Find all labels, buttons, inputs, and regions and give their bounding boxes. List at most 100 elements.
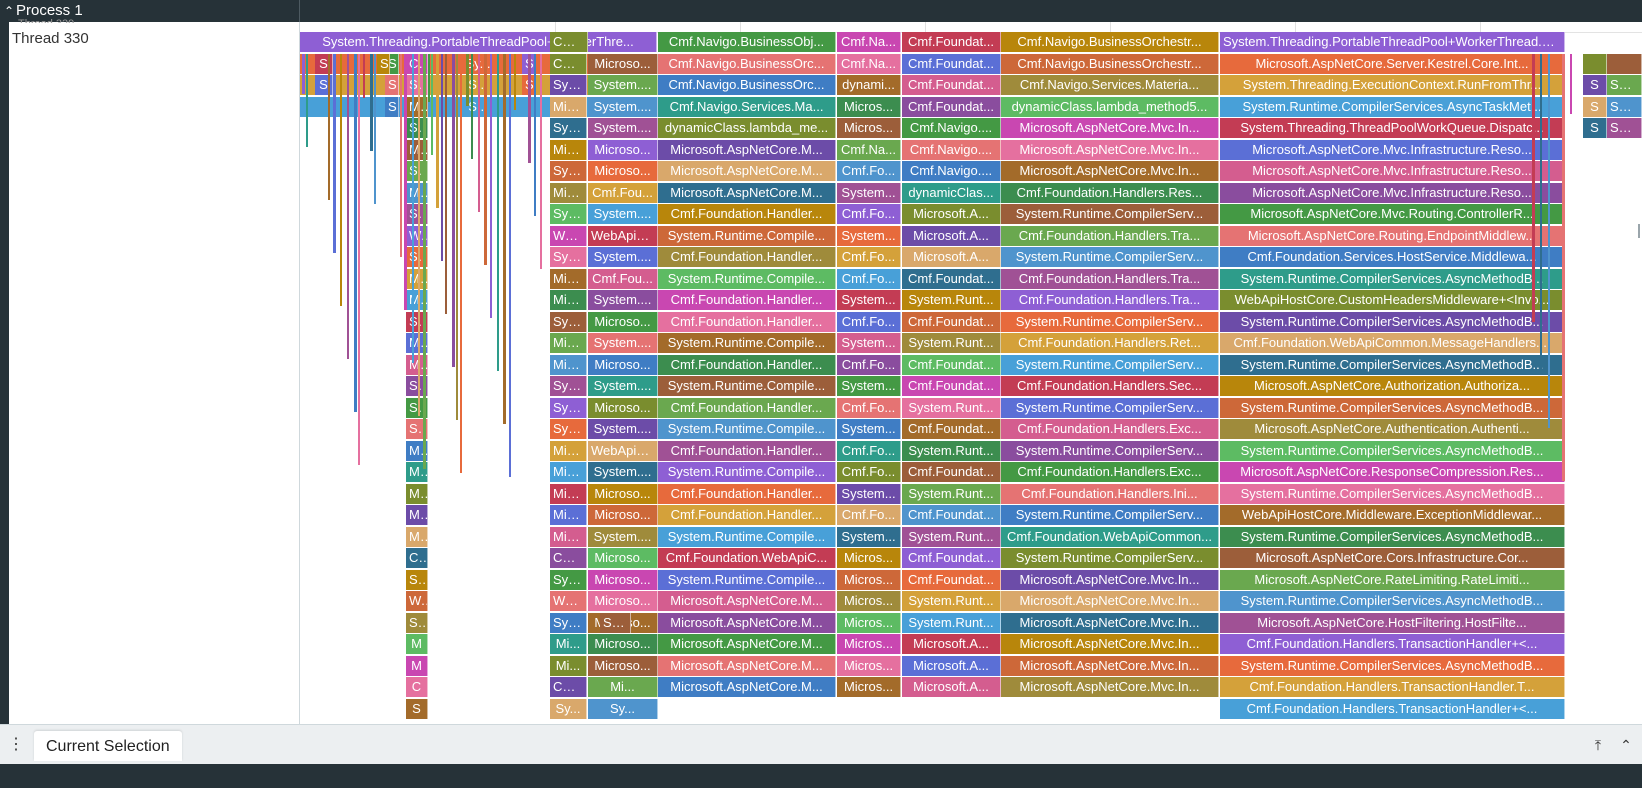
flame-slice[interactable]: System.Runt... (902, 290, 1001, 310)
flame-sliver[interactable] (1540, 53, 1542, 375)
flame-slice[interactable]: System.Runt... (902, 591, 1001, 611)
flame-sliver[interactable] (412, 53, 414, 363)
flame-slice[interactable]: Cmf.Foundation.Handler... (658, 311, 836, 332)
flame-slice[interactable]: Microsoft.AspNetCore.Mvc.In... (1001, 634, 1219, 654)
flame-slice[interactable]: Cmf.Foundat... (902, 75, 1001, 95)
flame-sliver[interactable] (428, 53, 430, 102)
flame-sliver[interactable] (509, 53, 511, 477)
more-vert-icon[interactable]: ⋮ (8, 733, 24, 757)
flame-sliver[interactable] (1562, 53, 1565, 481)
flame-slice[interactable]: Microsoft.AspNetCore.Server.Kestrel.Core… (1220, 53, 1565, 74)
flame-slice[interactable]: System.Threading.ThreadPoolWorkQueue.Dis… (1220, 118, 1565, 138)
flame-slice[interactable]: Mic... (550, 182, 587, 203)
flame-slice[interactable]: Mi... (588, 677, 658, 697)
flame-slice[interactable]: System.Runtime.CompilerServices.AsyncMet… (1220, 591, 1565, 611)
flame-slice[interactable]: Sys... (550, 419, 587, 439)
flame-slice[interactable]: System.Runtime.Compile... (658, 526, 836, 547)
flame-slice[interactable]: System.... (588, 204, 658, 224)
flame-slice[interactable]: Cmf.Foundation.Handlers.Tra... (1001, 225, 1219, 246)
flame-slice[interactable]: Cmf.Navigo.BusinessObj... (658, 32, 836, 52)
flame-slice[interactable]: Cmf.Foundat... (902, 505, 1001, 525)
flame-slice[interactable]: Cmf.Foundation.Services.HostService.Midd… (1220, 247, 1565, 267)
flame-slice[interactable]: Cmf... (550, 548, 587, 568)
flame-slice[interactable]: Microsoft.AspNetCore.Cors.Infrastructure… (1220, 548, 1565, 568)
flame-slice[interactable]: Cm... (550, 677, 587, 697)
flame-slice[interactable]: Micros... (837, 548, 901, 568)
flame-slice[interactable]: Microsoft.AspNetCore.Mvc.Routing.Control… (1220, 204, 1565, 224)
flame-slice[interactable]: Sys... (1607, 118, 1642, 138)
flame-slice[interactable]: Microso... (588, 483, 658, 504)
flame-slice[interactable]: System.Runtime.CompilerServices.AsyncMet… (1220, 483, 1565, 504)
flame-slice[interactable]: Microsoft.AspNetCore.Mvc.In... (1001, 161, 1219, 181)
flame-slice[interactable]: dynamicClass.lambda_method5... (1001, 96, 1219, 117)
flame-slice[interactable]: Mic... (550, 290, 587, 310)
flame-slice[interactable]: Sys... (550, 75, 587, 95)
flame-slice[interactable]: Sys... (1607, 96, 1642, 117)
flame-sliver[interactable] (503, 53, 506, 424)
flame-slice[interactable]: Sys... (550, 376, 587, 396)
flame-slice[interactable]: Cmf.Foundat... (902, 311, 1001, 332)
flame-slice[interactable]: Cmf.Foundation.WebApiC... (658, 548, 836, 568)
flame-slice[interactable]: Micros... (837, 118, 901, 138)
flame-sliver[interactable] (490, 53, 492, 318)
flame-slice[interactable]: S (315, 53, 333, 74)
flame-slice[interactable]: Microsoft.AspNetCore.Mvc.In... (1001, 612, 1219, 633)
flame-slice[interactable]: Sys... (550, 397, 587, 418)
flame-slice[interactable]: System.Runtime.Compile... (658, 268, 836, 289)
flame-slice[interactable]: Microsoft.AspNetCore.Authorization.Autho… (1220, 376, 1565, 396)
flame-slice[interactable]: Microsoft.AspNetCore.Mvc.In... (1001, 139, 1219, 160)
flame-slice[interactable]: System.Runt... (902, 483, 1001, 504)
flame-slice[interactable]: S (385, 75, 399, 95)
flame-slice[interactable]: Cmf.Foundation.Handlers.TransactionHandl… (1220, 634, 1565, 654)
flame-sliver[interactable] (423, 53, 426, 469)
flame-slice[interactable]: System.Runtime.CompilerServ... (1001, 204, 1219, 224)
flame-slice[interactable]: System.Runtime.Compile... (658, 462, 836, 482)
flame-slice[interactable]: System.... (588, 247, 658, 267)
flame-slice[interactable]: Microsoft.AspNetCore.M... (658, 612, 836, 633)
flame-slice[interactable]: System.Runtime.Compile... (658, 225, 836, 246)
flame-slice[interactable]: System.Runt... (902, 333, 1001, 353)
flame-slice[interactable]: Microsoft.A... (902, 204, 1001, 224)
flame-slice[interactable]: Sys... (550, 204, 587, 224)
flame-slice[interactable]: Mic... (550, 139, 587, 160)
flame-slice[interactable] (1607, 53, 1642, 74)
flame-sliver[interactable] (358, 53, 360, 465)
flame-slice[interactable]: Cmf.Foundation.WebApiCommon... (1001, 526, 1219, 547)
flame-slice[interactable]: M... (406, 526, 428, 547)
flame-slice[interactable]: Cmf.Foundat... (902, 53, 1001, 74)
flame-slice[interactable]: Web... (550, 225, 587, 246)
flame-slice[interactable]: Mic... (550, 440, 587, 461)
flame-slice[interactable]: Cmf.Navigo.... (902, 161, 1001, 181)
flame-slice[interactable]: Cmf.Navigo.... (902, 139, 1001, 160)
flame-slice[interactable]: Cmf.Fou... (588, 182, 658, 203)
flame-sliver[interactable] (466, 53, 469, 106)
flame-slice[interactable]: Microsoft.AspNetCore.M... (658, 139, 836, 160)
flame-sliver[interactable] (471, 53, 473, 159)
flame-slice[interactable] (1583, 53, 1607, 74)
flame-slice[interactable]: Micros... (837, 612, 901, 633)
flame-slice[interactable]: W... (406, 591, 428, 611)
flame-slice[interactable]: Cmf.Foundation.Handlers.Exc... (1001, 419, 1219, 439)
flame-slice[interactable]: Microso... (588, 53, 658, 74)
flame-slice[interactable]: Microso... (588, 397, 658, 418)
flame-slice[interactable]: S (1583, 96, 1607, 117)
flame-slice[interactable]: Cmf.Navigo.Services.Materia... (1001, 75, 1219, 95)
flame-slice[interactable]: M... (406, 505, 428, 525)
flame-slice[interactable]: Microsoft.AspNetCore.Mvc.In... (1001, 118, 1219, 138)
flame-slice[interactable]: Cmf.Fou... (588, 268, 658, 289)
flame-slice[interactable]: System.Threading.PortableThreadPool+Work… (300, 32, 657, 52)
flame-sliver[interactable] (497, 53, 499, 371)
flame-slice[interactable]: Micros... (837, 655, 901, 676)
flame-slice[interactable]: Mic... (550, 526, 587, 547)
flame-slice[interactable]: System.Runtime.Compile... (658, 569, 836, 590)
flame-slice[interactable]: Mic... (550, 505, 587, 525)
flame-slice[interactable]: Cmf.Foundation.Handler... (658, 483, 836, 504)
flame-slice[interactable]: Cmf.Foundation.Handler... (658, 290, 836, 310)
flame-sliver[interactable] (441, 53, 443, 261)
flame-slice[interactable]: System.Runtime.CompilerServ... (1001, 505, 1219, 525)
flame-slice[interactable]: Microsoft.AspNetCore.M... (658, 161, 836, 181)
flame-slice[interactable]: Microsoft.AspNetCore.Mvc.In... (1001, 569, 1219, 590)
flame-slice[interactable]: Microsoft.AspNetCore.M... (658, 677, 836, 697)
flame-slice[interactable]: S (1583, 75, 1607, 95)
flame-slice[interactable]: System.Runtime.CompilerServices.AsyncMet… (1220, 354, 1565, 375)
